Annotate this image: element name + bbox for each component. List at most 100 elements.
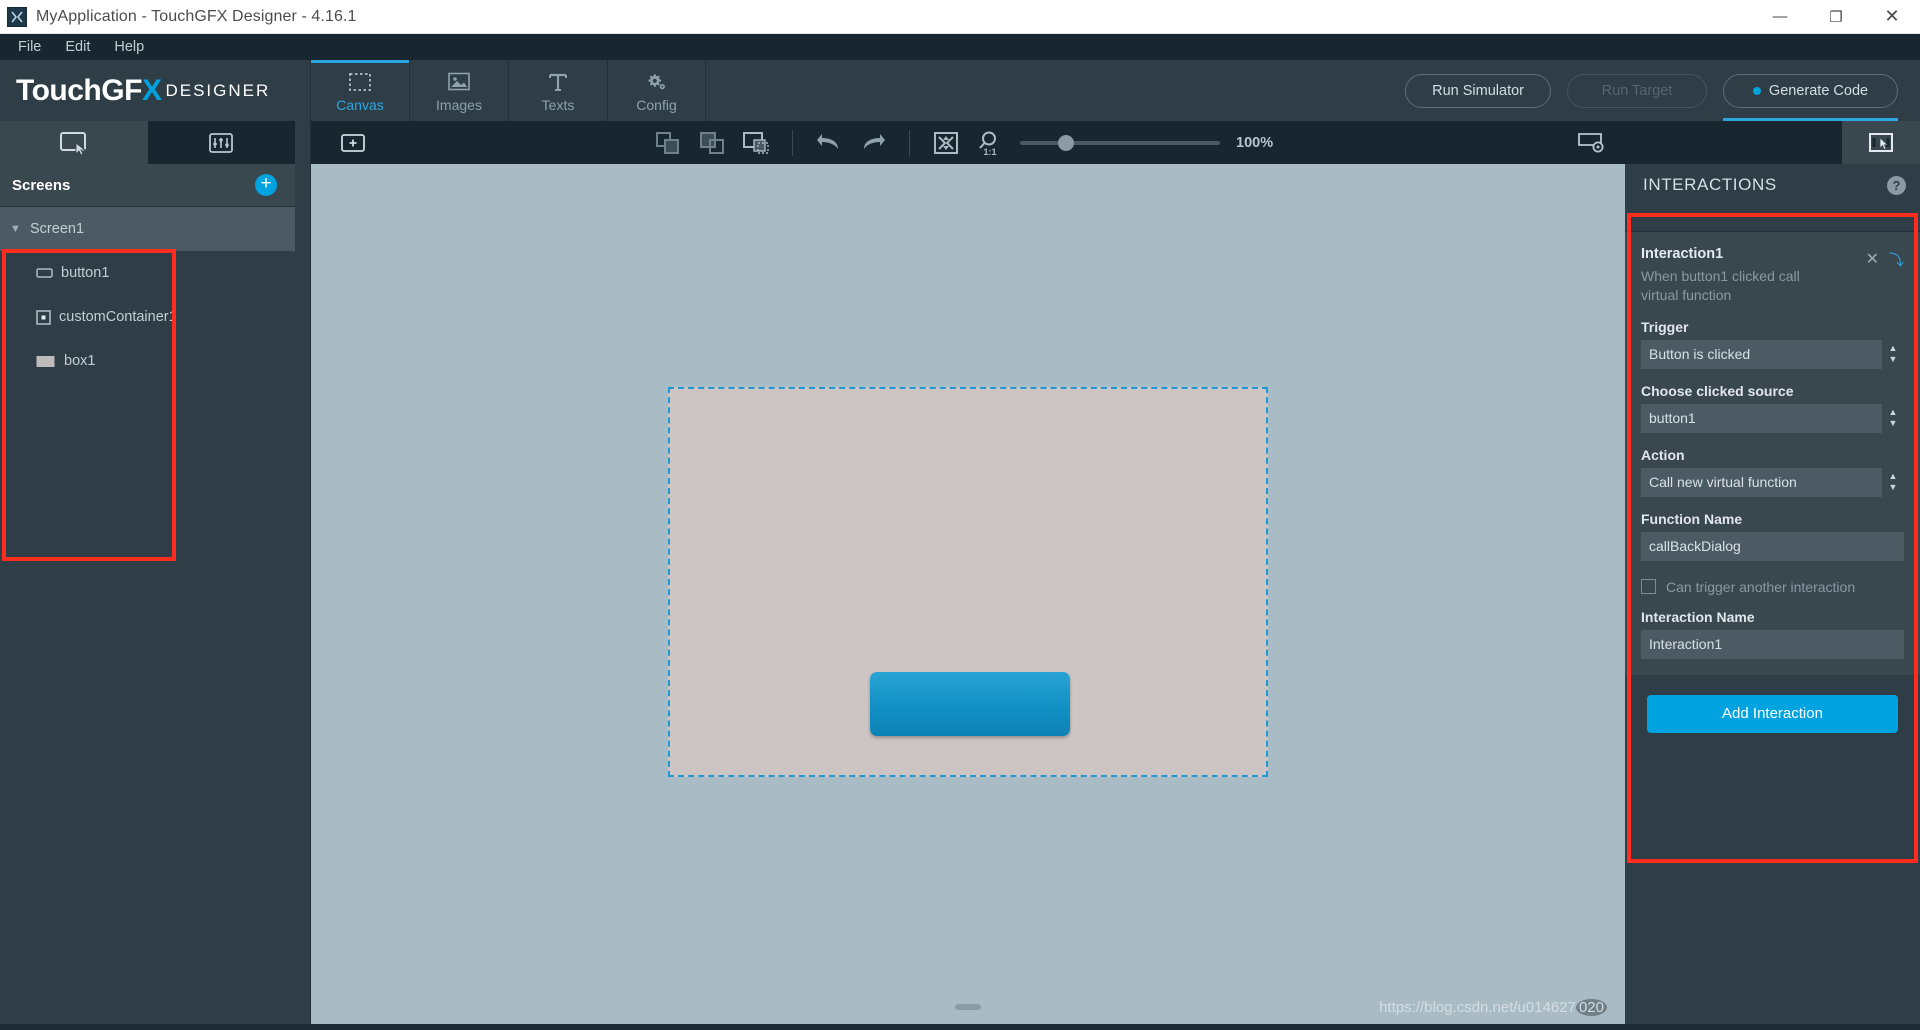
main-tabs: Canvas Images Texts Config bbox=[310, 60, 706, 121]
clicked-source-select[interactable]: button1 ▲ ▼ bbox=[1641, 403, 1904, 433]
minimize-button[interactable]: — bbox=[1752, 0, 1808, 34]
trigger-select-value[interactable]: Button is clicked bbox=[1641, 339, 1882, 369]
redo-icon[interactable] bbox=[851, 126, 895, 160]
run-target-button[interactable]: Run Target bbox=[1567, 73, 1707, 108]
add-interaction-wrap: Add Interaction bbox=[1625, 674, 1920, 733]
interaction-name-input[interactable]: Interaction1 bbox=[1641, 629, 1904, 659]
chevron-down-icon[interactable]: ▼ bbox=[10, 223, 22, 235]
trigger-select-stepper[interactable]: ▲ ▼ bbox=[1882, 339, 1904, 369]
clicked-source-stepper[interactable]: ▲ ▼ bbox=[1882, 403, 1904, 433]
send-to-back-icon[interactable] bbox=[690, 126, 734, 160]
generate-code-button[interactable]: Generate Code bbox=[1723, 73, 1898, 108]
interactions-panel-icon[interactable] bbox=[1842, 121, 1920, 164]
canvas-resize-handle[interactable] bbox=[955, 1004, 981, 1010]
interaction-summary: Interaction1 When button1 clicked call v… bbox=[1641, 244, 1821, 305]
brand-x: X bbox=[141, 73, 162, 107]
generate-code-label: Generate Code bbox=[1768, 82, 1869, 99]
tree-item-label: box1 bbox=[64, 353, 96, 369]
screens-tree: ▼ Screen1 button1 customContainer1 box1 bbox=[0, 207, 295, 383]
sidebar-tab-properties[interactable] bbox=[148, 121, 296, 164]
undo-icon[interactable] bbox=[807, 126, 851, 160]
zoom-one-to-one-icon[interactable]: 1:1 bbox=[968, 126, 1012, 160]
action-select-stepper[interactable]: ▲ ▼ bbox=[1882, 467, 1904, 497]
canvas-toolbar: 1:1 100% bbox=[311, 121, 1625, 164]
app-icon bbox=[7, 6, 27, 27]
canvas-icon bbox=[349, 70, 371, 94]
tab-config[interactable]: Config bbox=[607, 60, 706, 121]
interactions-header: INTERACTIONS ? bbox=[1625, 164, 1920, 206]
screens-tab-icon bbox=[59, 131, 89, 155]
watermark-text: https://blog.csdn.net/u014627 020 bbox=[1379, 999, 1607, 1016]
canvas-column: 1:1 100% https://blog.csdn.net/u014627 0… bbox=[311, 121, 1625, 1024]
interaction-name-label: Interaction Name bbox=[1641, 608, 1755, 625]
canvas-widget-button1[interactable] bbox=[870, 672, 1070, 736]
watermark-url: https://blog.csdn.net/u014627 bbox=[1379, 999, 1576, 1016]
box-widget-icon bbox=[36, 355, 56, 368]
maximize-button[interactable]: ❐ bbox=[1808, 0, 1864, 34]
screen-settings-icon[interactable] bbox=[1557, 121, 1625, 164]
can-trigger-label: Can trigger another interaction bbox=[1666, 578, 1856, 595]
button-widget-icon bbox=[36, 267, 53, 279]
interaction-card-header: Interaction1 When button1 clicked call v… bbox=[1641, 244, 1904, 305]
tree-item-customcontainer1[interactable]: customContainer1 bbox=[0, 295, 295, 339]
tab-images[interactable]: Images bbox=[409, 60, 508, 121]
close-button[interactable]: ✕ bbox=[1864, 0, 1920, 34]
tab-texts[interactable]: Texts bbox=[508, 60, 607, 121]
menu-item-file[interactable]: File bbox=[6, 37, 53, 58]
screen-canvas-frame[interactable] bbox=[668, 387, 1268, 777]
action-select[interactable]: Call new virtual function ▲ ▼ bbox=[1641, 467, 1904, 497]
canvas-area[interactable]: https://blog.csdn.net/u014627 020 bbox=[311, 164, 1625, 1024]
help-icon[interactable]: ? bbox=[1887, 175, 1906, 195]
left-panel-divider bbox=[295, 121, 311, 1024]
trigger-label: Trigger bbox=[1641, 318, 1689, 335]
action-select-value[interactable]: Call new virtual function bbox=[1641, 467, 1882, 497]
tree-item-box1[interactable]: box1 bbox=[0, 339, 295, 383]
function-name-label: Function Name bbox=[1641, 510, 1743, 527]
run-simulator-button[interactable]: Run Simulator bbox=[1405, 73, 1551, 108]
caret-down-icon: ▼ bbox=[1888, 418, 1898, 429]
interactions-title: INTERACTIONS bbox=[1643, 175, 1777, 194]
menu-item-edit[interactable]: Edit bbox=[53, 37, 102, 58]
add-screen-button[interactable]: + bbox=[255, 174, 277, 196]
clicked-source-label: Choose clicked source bbox=[1641, 382, 1794, 399]
left-panel-tabstrip bbox=[0, 121, 295, 164]
zoom-slider[interactable] bbox=[1020, 126, 1220, 160]
menu-bar: File Edit Help bbox=[0, 34, 1920, 60]
properties-tab-icon bbox=[208, 131, 234, 155]
interactions-list: Interaction1 When button1 clicked call v… bbox=[1625, 206, 1920, 1024]
right-panel: INTERACTIONS ? Interaction1 When button1… bbox=[1625, 121, 1920, 1024]
tab-config-label: Config bbox=[636, 96, 677, 113]
touchgfx-logo: TouchGFX DESIGNER bbox=[0, 60, 310, 121]
zoom-slider-knob[interactable] bbox=[1058, 134, 1074, 151]
tree-item-screen1[interactable]: ▼ Screen1 bbox=[0, 207, 295, 251]
caret-up-icon: ▲ bbox=[1888, 407, 1898, 418]
group-select-icon[interactable] bbox=[734, 126, 778, 160]
delete-interaction-icon[interactable]: ✕ bbox=[1866, 252, 1879, 268]
tree-item-label: customContainer1 bbox=[59, 309, 177, 325]
brand-wordmark: TouchGFX bbox=[16, 73, 162, 107]
caret-up-icon: ▲ bbox=[1888, 343, 1898, 354]
add-interaction-button[interactable]: Add Interaction bbox=[1647, 694, 1898, 733]
collapse-interaction-icon[interactable]: ⤵ bbox=[1889, 253, 1904, 268]
add-widget-button[interactable] bbox=[331, 126, 375, 160]
can-trigger-row[interactable]: Can trigger another interaction bbox=[1641, 579, 1904, 595]
can-trigger-checkbox[interactable] bbox=[1641, 579, 1656, 595]
fit-to-screen-icon[interactable] bbox=[924, 126, 968, 160]
menu-item-help[interactable]: Help bbox=[102, 37, 156, 58]
function-name-input[interactable]: callBackDialog bbox=[1641, 531, 1904, 561]
tab-canvas[interactable]: Canvas bbox=[310, 60, 409, 121]
sidebar-tab-screens[interactable] bbox=[0, 121, 148, 164]
left-panel: Screens + ▼ Screen1 button1 customContai… bbox=[0, 121, 295, 1024]
clicked-source-value[interactable]: button1 bbox=[1641, 403, 1882, 433]
container-widget-icon bbox=[36, 309, 51, 325]
svg-text:1:1: 1:1 bbox=[983, 147, 996, 156]
status-dot-icon bbox=[1752, 86, 1761, 95]
toolbar-separator-1 bbox=[792, 129, 793, 156]
tab-texts-label: Texts bbox=[541, 96, 575, 113]
window-title: MyApplication - TouchGFX Designer - 4.16… bbox=[36, 7, 357, 25]
bring-to-front-icon[interactable] bbox=[646, 126, 690, 160]
tree-item-button1[interactable]: button1 bbox=[0, 251, 295, 295]
trigger-select[interactable]: Button is clicked ▲ ▼ bbox=[1641, 339, 1904, 369]
brand-designer: DESIGNER bbox=[165, 80, 271, 100]
title-bar: MyApplication - TouchGFX Designer - 4.16… bbox=[0, 0, 1920, 34]
